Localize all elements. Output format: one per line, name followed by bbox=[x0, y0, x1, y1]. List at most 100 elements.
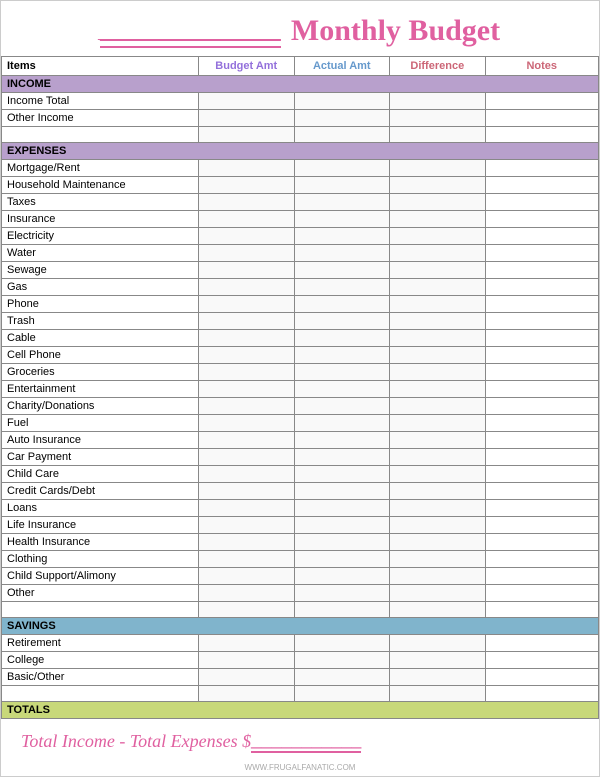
income-blank-actual[interactable] bbox=[294, 127, 390, 143]
table-row: Charity/Donations bbox=[2, 398, 599, 415]
table-row: Retirement bbox=[2, 635, 599, 652]
table-row: Taxes bbox=[2, 194, 599, 211]
column-headers: Items Budget Amt Actual Amt Difference N… bbox=[2, 57, 599, 76]
table-row: Auto Insurance bbox=[2, 432, 599, 449]
totals-section-header: TOTALS bbox=[2, 702, 599, 719]
expense-water-label: Water bbox=[2, 245, 199, 262]
table-row: Car Payment bbox=[2, 449, 599, 466]
header: ___________ Monthly Budget bbox=[1, 1, 599, 56]
savings-retirement-label: Retirement bbox=[2, 635, 199, 652]
table-row: Mortgage/Rent bbox=[2, 160, 599, 177]
table-row: Clothing bbox=[2, 551, 599, 568]
table-row: Water bbox=[2, 245, 599, 262]
col-header-difference: Difference bbox=[390, 57, 486, 76]
table-row: Loans bbox=[2, 500, 599, 517]
col-header-actual: Actual Amt bbox=[294, 57, 390, 76]
table-row: Cell Phone bbox=[2, 347, 599, 364]
expense-taxes-label: Taxes bbox=[2, 194, 199, 211]
expense-gas-label: Gas bbox=[2, 279, 199, 296]
other-income-diff[interactable] bbox=[390, 110, 486, 127]
savings-basic-label: Basic/Other bbox=[2, 669, 199, 686]
expense-clothing-label: Clothing bbox=[2, 551, 199, 568]
income-total-budget[interactable] bbox=[199, 93, 295, 110]
table-row: Entertainment bbox=[2, 381, 599, 398]
expenses-section-header: EXPENSES bbox=[2, 143, 599, 160]
expense-fuel-label: Fuel bbox=[2, 415, 199, 432]
savings-college-label: College bbox=[2, 652, 199, 669]
expense-lifeinsurance-label: Life Insurance bbox=[2, 517, 199, 534]
expense-phone-label: Phone bbox=[2, 296, 199, 313]
footer-text: Total Income - Total Expenses $ bbox=[21, 731, 251, 752]
col-header-notes: Notes bbox=[485, 57, 598, 76]
page-title: Monthly Budget bbox=[291, 14, 500, 48]
footer: Total Income - Total Expenses $ ________… bbox=[1, 719, 599, 761]
table-row: Groceries bbox=[2, 364, 599, 381]
table-row bbox=[2, 686, 599, 702]
income-total-actual[interactable] bbox=[294, 93, 390, 110]
table-row: Phone bbox=[2, 296, 599, 313]
table-row: Electricity bbox=[2, 228, 599, 245]
expense-creditcards-label: Credit Cards/Debt bbox=[2, 483, 199, 500]
income-section-header: INCOME bbox=[2, 76, 599, 93]
expense-electricity-label: Electricity bbox=[2, 228, 199, 245]
income-total-notes[interactable] bbox=[485, 93, 598, 110]
income-blank-budget[interactable] bbox=[199, 127, 295, 143]
expense-cellphone-label: Cell Phone bbox=[2, 347, 199, 364]
col-header-budget: Budget Amt bbox=[199, 57, 295, 76]
expense-household-label: Household Maintenance bbox=[2, 177, 199, 194]
page: ___________ Monthly Budget Items Budget … bbox=[0, 0, 600, 777]
savings-section-header: SAVINGS bbox=[2, 618, 599, 635]
table-row: Other Income bbox=[2, 110, 599, 127]
totals-label: TOTALS bbox=[2, 702, 599, 719]
table-row: Child Care bbox=[2, 466, 599, 483]
other-income-actual[interactable] bbox=[294, 110, 390, 127]
expense-groceries-label: Groceries bbox=[2, 364, 199, 381]
expenses-label: EXPENSES bbox=[2, 143, 599, 160]
savings-blank-label bbox=[2, 686, 199, 702]
expense-cable-label: Cable bbox=[2, 330, 199, 347]
table-row: College bbox=[2, 652, 599, 669]
income-blank-diff[interactable] bbox=[390, 127, 486, 143]
expense-insurance-label: Insurance bbox=[2, 211, 199, 228]
footer-underline: ___________ bbox=[251, 729, 361, 753]
table-row: Child Support/Alimony bbox=[2, 568, 599, 585]
table-row: Other bbox=[2, 585, 599, 602]
table-row bbox=[2, 127, 599, 143]
table-row: Credit Cards/Debt bbox=[2, 483, 599, 500]
other-income-budget[interactable] bbox=[199, 110, 295, 127]
expense-charity-label: Charity/Donations bbox=[2, 398, 199, 415]
table-row: Life Insurance bbox=[2, 517, 599, 534]
income-blank-notes[interactable] bbox=[485, 127, 598, 143]
table-row: Sewage bbox=[2, 262, 599, 279]
expense-sewage-label: Sewage bbox=[2, 262, 199, 279]
table-row: Gas bbox=[2, 279, 599, 296]
income-blank-label bbox=[2, 127, 199, 143]
savings-label: SAVINGS bbox=[2, 618, 599, 635]
table-row: Insurance bbox=[2, 211, 599, 228]
budget-table: Items Budget Amt Actual Amt Difference N… bbox=[1, 56, 599, 719]
table-row: Fuel bbox=[2, 415, 599, 432]
income-label: INCOME bbox=[2, 76, 599, 93]
expense-autoinsurance-label: Auto Insurance bbox=[2, 432, 199, 449]
col-header-items: Items bbox=[2, 57, 199, 76]
table-row: Basic/Other bbox=[2, 669, 599, 686]
expense-trash-label: Trash bbox=[2, 313, 199, 330]
expense-childsupport-label: Child Support/Alimony bbox=[2, 568, 199, 585]
table-row: Household Maintenance bbox=[2, 177, 599, 194]
other-income-notes[interactable] bbox=[485, 110, 598, 127]
table-row: Trash bbox=[2, 313, 599, 330]
expense-entertainment-label: Entertainment bbox=[2, 381, 199, 398]
expense-childcare-label: Child Care bbox=[2, 466, 199, 483]
table-row: Cable bbox=[2, 330, 599, 347]
expense-blank-label bbox=[2, 602, 199, 618]
income-total-diff[interactable] bbox=[390, 93, 486, 110]
table-row: Income Total bbox=[2, 93, 599, 110]
expense-healthinsurance-label: Health Insurance bbox=[2, 534, 199, 551]
expense-loans-label: Loans bbox=[2, 500, 199, 517]
income-total-label: Income Total bbox=[2, 93, 199, 110]
table-row: Health Insurance bbox=[2, 534, 599, 551]
expense-other-label: Other bbox=[2, 585, 199, 602]
watermark: WWW.FRUGALFANATIC.COM bbox=[1, 761, 599, 776]
name-field: ___________ bbox=[100, 13, 281, 48]
other-income-label: Other Income bbox=[2, 110, 199, 127]
